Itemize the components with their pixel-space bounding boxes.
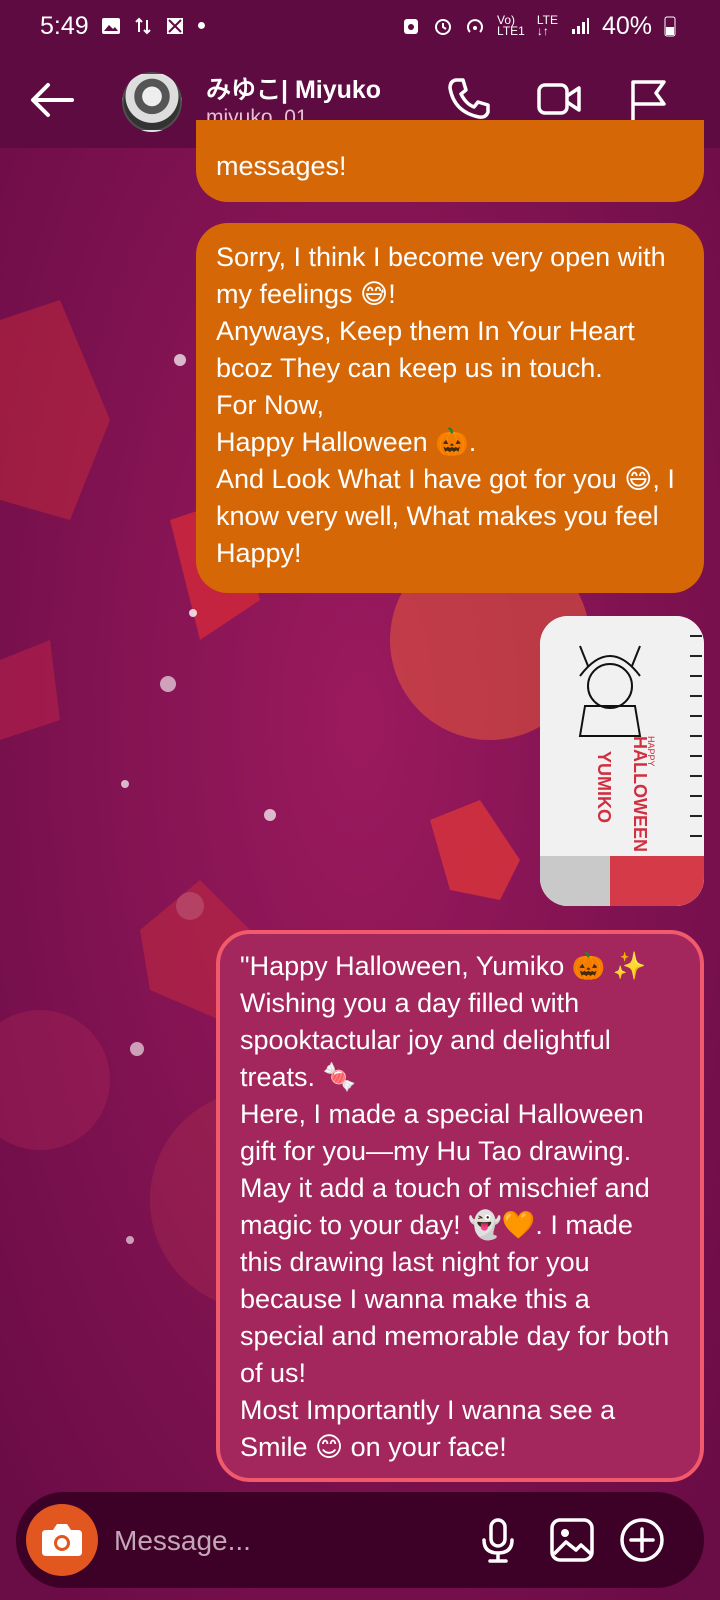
- more-notifications-dot: ●: [196, 17, 207, 34]
- avatar[interactable]: [122, 72, 182, 132]
- message-input[interactable]: [112, 1516, 456, 1566]
- hotspot-icon: [467, 19, 483, 33]
- status-bar: 5:49 ● Vo) LTE1 LTE ↓↑ 40%: [0, 0, 720, 52]
- alarm-icon: [435, 19, 452, 35]
- battery-percent: 40%: [601, 11, 652, 40]
- data-transfer-icon: [134, 17, 151, 35]
- flag-icon[interactable]: [626, 76, 672, 122]
- drawing-text-halloween: HALLOWEEN: [630, 736, 650, 852]
- video-camera-icon[interactable]: [536, 76, 582, 122]
- volte-lte-indicator: Vo) LTE1: [497, 13, 525, 38]
- gallery-icon[interactable]: [548, 1516, 596, 1564]
- image-notification-icon: [101, 18, 120, 34]
- message-bubble[interactable]: "Happy Halloween, Yumiko 🎃 ✨ Wishing you…: [216, 930, 704, 1482]
- camera-button[interactable]: [26, 1504, 98, 1576]
- phone-icon[interactable]: [446, 76, 492, 122]
- add-circle-icon[interactable]: [618, 1516, 666, 1564]
- battery-icon: [664, 16, 676, 37]
- app-notification-icon: [166, 18, 183, 34]
- message-bubble[interactable]: messages!: [196, 120, 704, 202]
- microphone-icon[interactable]: [474, 1516, 522, 1564]
- back-arrow-icon[interactable]: [28, 78, 76, 122]
- message-bubble[interactable]: Sorry, I think I become very open with m…: [196, 223, 704, 593]
- signal-icon: [571, 18, 589, 34]
- lock-app-icon: [404, 19, 419, 34]
- camera-icon: [42, 1524, 82, 1556]
- status-time: 5:49: [40, 11, 89, 40]
- contact-name[interactable]: みゆこ| Miyuko: [206, 70, 381, 106]
- drawing-text-yumiko: YUMIKO: [594, 751, 614, 823]
- message-composer: [16, 1492, 704, 1588]
- shared-drawing-image[interactable]: HAPPY HALLOWEEN YUMIKO: [540, 616, 704, 906]
- lte-indicator: LTE ↓↑: [536, 13, 558, 38]
